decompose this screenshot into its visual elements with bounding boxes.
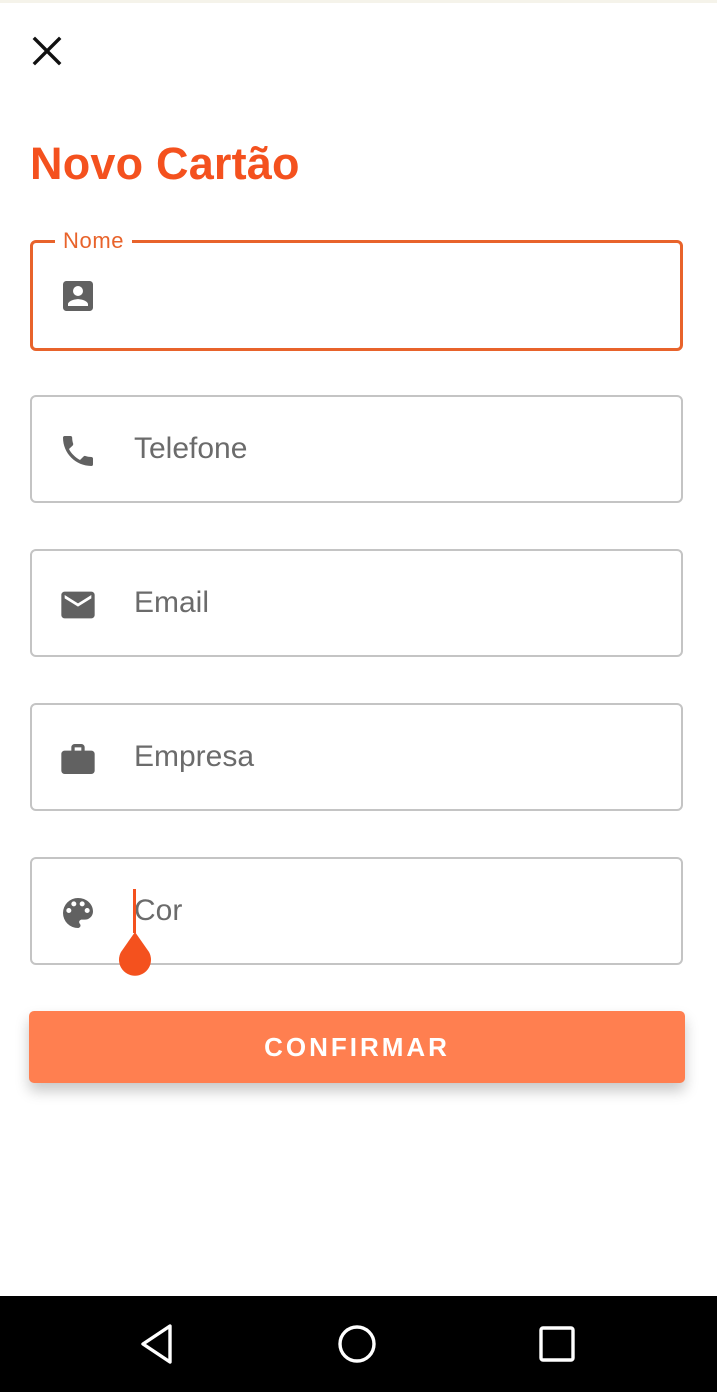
briefcase-icon (58, 739, 98, 779)
nav-back-button[interactable] (127, 1314, 187, 1374)
confirm-button[interactable]: CONFIRMAR (29, 1011, 685, 1083)
contact-card-icon (58, 276, 98, 316)
close-icon (32, 36, 62, 66)
telefone-field[interactable] (30, 395, 683, 503)
empresa-input[interactable] (134, 705, 664, 809)
system-navigation-bar (0, 1296, 717, 1392)
back-triangle-icon (141, 1324, 172, 1364)
empresa-field[interactable] (30, 703, 683, 811)
nome-field[interactable]: Nome (30, 228, 683, 351)
email-input[interactable] (134, 551, 664, 655)
cor-input[interactable] (134, 859, 664, 963)
email-field[interactable] (30, 549, 683, 657)
phone-icon (58, 431, 98, 471)
palette-icon (58, 893, 98, 933)
nav-recents-button[interactable] (527, 1314, 587, 1374)
nome-input[interactable] (135, 243, 665, 348)
nome-label: Nome (55, 228, 133, 254)
page-title: Novo Cartão (30, 138, 300, 189)
home-circle-icon (338, 1325, 376, 1363)
email-icon (58, 585, 98, 625)
close-button[interactable] (22, 26, 72, 76)
telefone-input[interactable] (134, 397, 664, 501)
status-strip (0, 0, 717, 3)
text-cursor (133, 889, 136, 933)
nav-home-button[interactable] (327, 1314, 387, 1374)
text-selection-handle[interactable] (115, 930, 155, 980)
recents-square-icon (539, 1326, 575, 1362)
